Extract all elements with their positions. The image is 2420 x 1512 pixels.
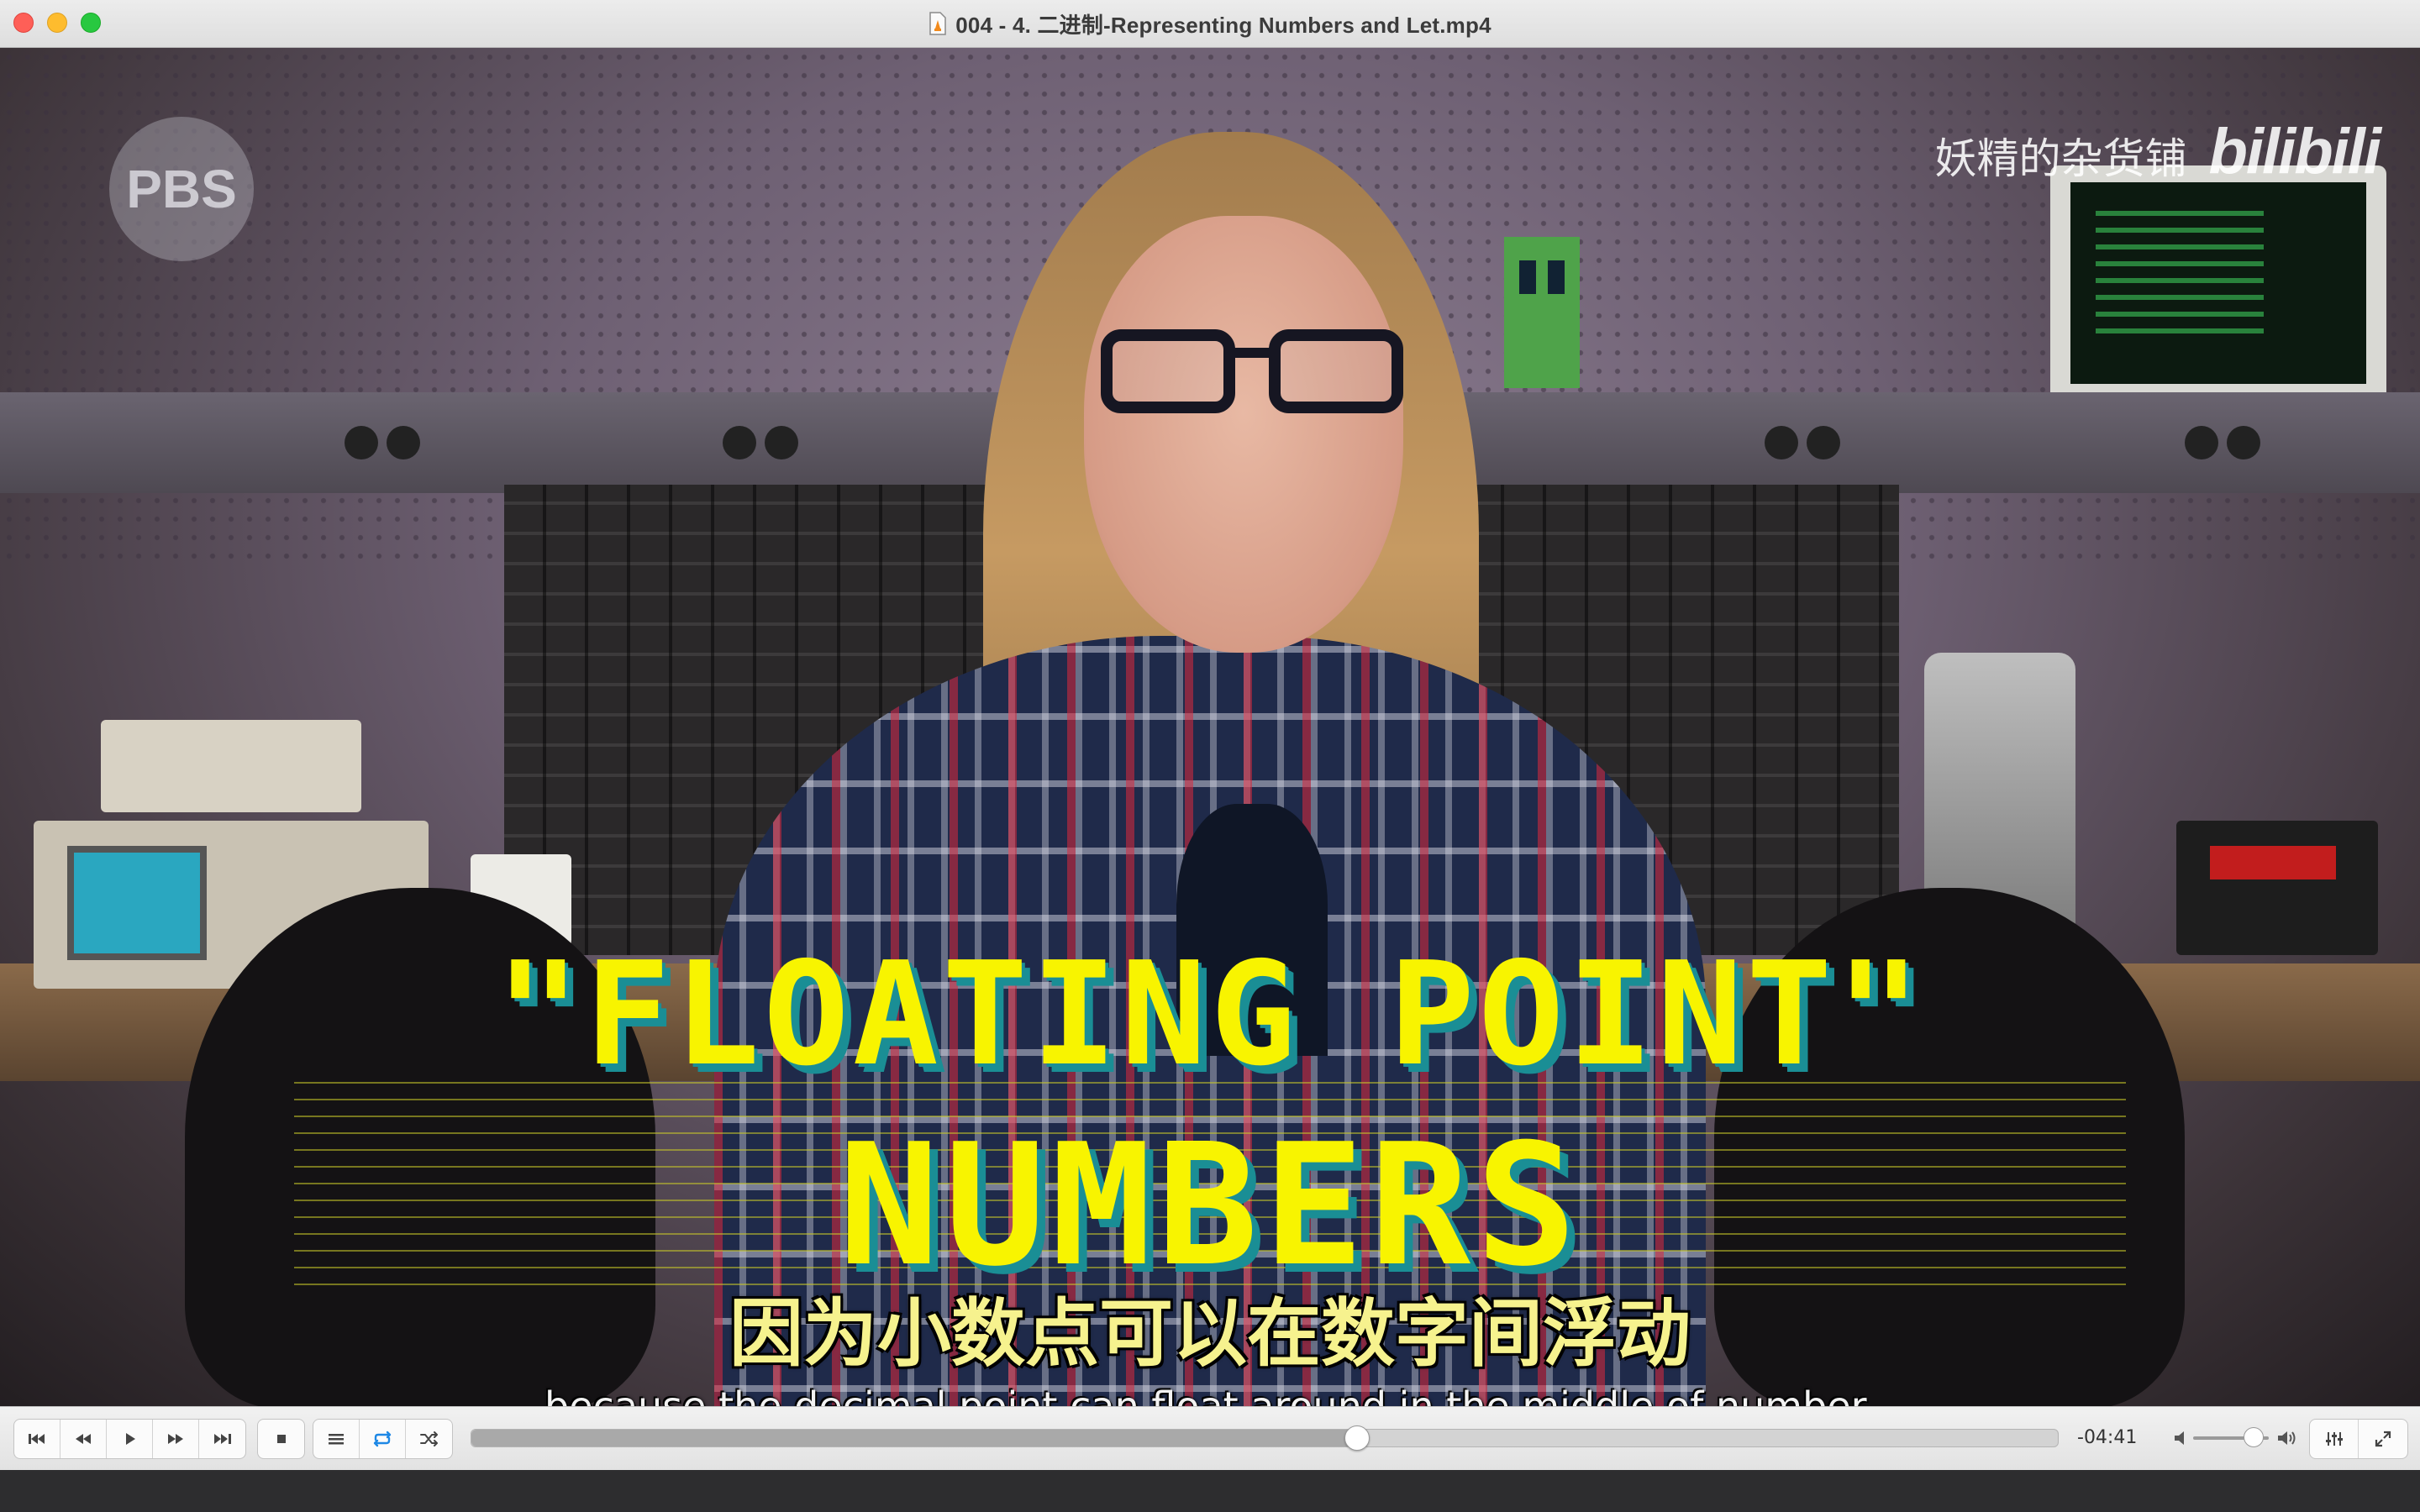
pbs-logo-icon: PBS (109, 117, 254, 261)
playlist-icon[interactable] (313, 1420, 360, 1458)
overlay-title-line1: "FLOATING POINT" (495, 932, 1925, 1098)
presenter-glasses (1101, 329, 1403, 422)
transport-buttons (13, 1419, 246, 1459)
fast-forward-icon[interactable] (153, 1420, 199, 1458)
shuffle-icon[interactable] (406, 1420, 452, 1458)
volume-high-icon[interactable] (2275, 1427, 2299, 1449)
volume-slider-handle[interactable] (2244, 1427, 2264, 1447)
vlc-window: 004 - 4. 二进制-Representing Numbers and Le… (0, 0, 2420, 1512)
title-bar[interactable]: 004 - 4. 二进制-Representing Numbers and Le… (0, 0, 2420, 48)
vlc-document-icon (929, 12, 947, 35)
window-bottom-edge (0, 1470, 2420, 1512)
video-frame[interactable]: PBS 妖精的杂货铺 bilibili "FLOATING POINT" NUM… (0, 48, 2420, 1406)
subtitle-chinese: 因为小数点可以在数字间浮动 (729, 1290, 1691, 1377)
watermark-text: 妖精的杂货铺 (1934, 134, 2187, 183)
skip-forward-icon[interactable] (199, 1420, 245, 1458)
stop-button-group (257, 1419, 305, 1459)
time-remaining[interactable]: -04:41 (2077, 1427, 2137, 1448)
window-title: 004 - 4. 二进制-Representing Numbers and Le… (955, 12, 1491, 38)
creeper-figure (1504, 237, 1580, 388)
subtitle-english: because the decimal point can float arou… (544, 1383, 1876, 1406)
bilibili-watermark: 妖精的杂货铺 bilibili (1934, 115, 2381, 188)
bilibili-logo: bilibili (2208, 116, 2381, 187)
seek-bar-progress (471, 1430, 1357, 1446)
play-icon[interactable] (107, 1420, 153, 1458)
loop-icon[interactable] (360, 1420, 406, 1458)
function-generator (101, 720, 361, 812)
playlist-button-group (313, 1419, 453, 1459)
equalizer-icon[interactable] (2310, 1420, 2359, 1458)
stop-icon[interactable] (258, 1420, 304, 1458)
right-button-group (2309, 1419, 2408, 1459)
fullscreen-icon[interactable] (2359, 1420, 2407, 1458)
seek-bar[interactable] (471, 1425, 2059, 1451)
playback-controls: -04:41 (0, 1406, 2420, 1471)
skip-back-icon[interactable] (14, 1420, 60, 1458)
background-monitor (2050, 165, 2386, 417)
overlay-title-line2: NUMBERS (838, 1108, 1582, 1276)
seek-bar-handle[interactable] (1344, 1425, 1370, 1451)
volume-low-icon[interactable] (2171, 1427, 2191, 1449)
rewind-icon[interactable] (60, 1420, 107, 1458)
volume-slider[interactable] (2193, 1427, 2269, 1447)
presenter-face (1084, 216, 1403, 653)
